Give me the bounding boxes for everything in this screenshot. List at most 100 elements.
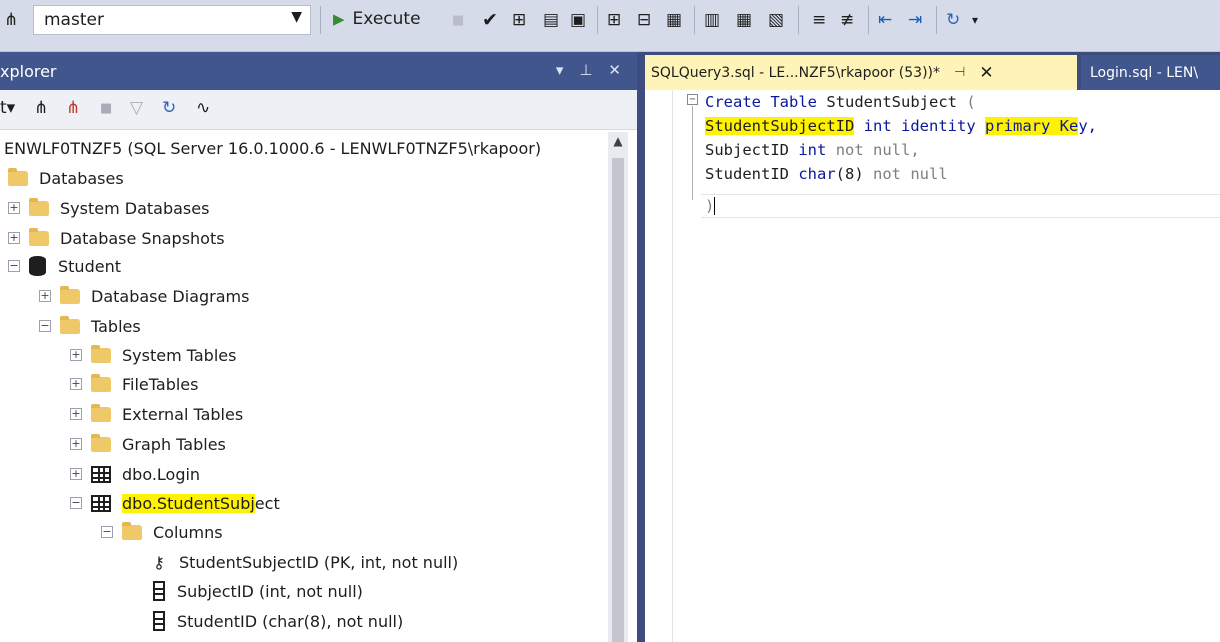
collapse-icon[interactable]: − [39,320,51,332]
stop-icon[interactable]: ■ [452,9,464,31]
expand-icon[interactable]: + [70,378,82,390]
results-grid-icon[interactable]: ▦ [736,9,752,31]
tree-node-filetables[interactable]: + FileTables [70,371,198,397]
live-stats-icon[interactable]: ⊟ [637,9,651,31]
tree-node-column[interactable]: StudentID (char(8), not null) [153,608,403,634]
close-tab-icon[interactable]: ✕ [979,63,993,83]
tree-node-external-tables[interactable]: + External Tables [70,401,243,427]
tab-login-sql[interactable]: Login.sql - LEN\ [1081,55,1220,90]
tab-sqlquery3[interactable]: SQLQuery3.sql - LE...NZF5\rkapoor (53))*… [645,55,1077,90]
connect-plug-icon[interactable]: ⋔ [34,98,48,118]
tree-node-label-highlight: dbo.StudentSubj [122,493,255,513]
toolbar-separator [320,6,321,34]
display-plan-icon[interactable]: ⊞ [512,9,526,31]
activity-monitor-icon[interactable]: ∿ [196,98,210,118]
disconnect-icon[interactable]: ⋔ [66,98,80,118]
tree-node-graph-tables[interactable]: + Graph Tables [70,431,226,457]
folder-icon [60,315,80,334]
vertical-scrollbar[interactable]: ▲ [608,132,628,642]
folder-icon [91,373,111,392]
code-line-1: Create Table StudentSubject ( [705,93,976,111]
tree-node-label: Columns [153,522,223,542]
tree-node-label: Database Diagrams [91,286,250,306]
collapse-icon[interactable]: − [8,260,20,272]
database-select[interactable]: master ▼ [33,5,311,35]
execute-button[interactable]: ▶ Execute [333,7,421,31]
tree-node-column[interactable]: ⚷ StudentSubjectID (PK, int, not null) [150,549,458,575]
tree-node-database-snapshots[interactable]: + Database Snapshots [8,225,225,251]
refresh-icon[interactable]: ↻ [162,98,176,118]
tab-label: SQLQuery3.sql - LE...NZF5\rkapoor (53))* [651,64,940,81]
expand-icon[interactable]: + [70,468,82,480]
tree-node-system-databases[interactable]: + System Databases [8,195,209,221]
results-file-icon[interactable]: ▧ [768,9,784,31]
expand-icon[interactable]: + [39,290,51,302]
uncomment-icon[interactable]: ≢ [840,9,854,31]
results-to-icon[interactable]: ▣ [570,9,586,31]
tree-node-server[interactable]: ENWLF0TNZF5 (SQL Server 16.0.1000.6 - LE… [4,135,541,161]
close-icon[interactable]: ✕ [608,61,621,79]
decrease-indent-icon[interactable]: ⇤ [878,9,892,31]
tree-node-label: SubjectID (int, not null) [177,581,363,601]
tree-node-databases[interactable]: Databases [8,165,124,191]
collapse-icon[interactable]: − [70,497,82,509]
pin-icon[interactable]: ⊥ [579,61,592,79]
connect-icon[interactable]: t▾ [0,98,15,118]
toolbar-separator [694,6,695,34]
code-line-4: StudentID char(8) not null [705,165,948,183]
tree-node-dbo-login[interactable]: + dbo.Login [70,461,200,487]
folder-icon [91,344,111,363]
tree-node-column[interactable]: SubjectID (int, not null) [153,578,363,604]
results-text-icon[interactable]: ▥ [704,9,720,31]
scroll-up-icon[interactable]: ▲ [608,134,628,148]
play-icon: ▶ [333,10,345,28]
comment-icon[interactable]: ≡ [812,9,826,31]
folder-icon [29,227,49,246]
tree-node-label: System Tables [122,345,237,365]
folder-icon [91,433,111,452]
panel-splitter[interactable] [637,52,645,642]
increase-indent-icon[interactable]: ⇥ [908,9,922,31]
filter-icon[interactable]: ▽ [130,98,143,118]
parse-check-icon[interactable]: ✔ [482,9,498,31]
toolbar-separator [597,6,598,34]
stop-icon[interactable]: ■ [100,101,112,116]
expand-icon[interactable]: + [70,438,82,450]
specify-values-icon[interactable]: ↻ [946,9,960,31]
collapse-icon[interactable]: − [101,526,113,538]
column-icon [153,581,165,601]
tree-node-label: Tables [91,316,141,336]
include-plan-icon[interactable]: ⊞ [607,9,621,31]
client-stats-icon[interactable]: ▦ [666,9,682,31]
tree-node-label: External Tables [122,404,244,424]
folder-icon [91,403,111,422]
tree-node-student[interactable]: − Student [8,253,121,279]
dropdown-icon[interactable]: ▾ [556,61,564,79]
tree-node-label: StudentID (char(8), not null) [177,611,404,631]
tree-node-tables[interactable]: − Tables [39,313,141,339]
tree-node-columns[interactable]: − Columns [101,519,223,545]
tree-node-database-diagrams[interactable]: + Database Diagrams [39,283,249,309]
expand-icon[interactable]: + [70,408,82,420]
connect-plug-icon[interactable]: ⋔ [4,9,18,31]
scrollbar-thumb[interactable] [612,158,624,642]
current-line-highlight [701,194,1220,218]
toolbar: ⋔ master ▼ ▶ Execute ■ ✔ ⊞ ▤ ▣ ⊞ ⊟ ▦ ▥ ▦… [0,0,1220,52]
toolbar-separator [798,6,799,34]
tree-node-system-tables[interactable]: + System Tables [70,342,236,368]
key-icon: ⚷ [153,552,165,572]
expand-icon[interactable]: + [8,202,20,214]
code-editor[interactable]: − Create Table StudentSubject ( StudentS… [681,90,1220,642]
tree-node-label: Database Snapshots [60,228,225,248]
tree-node-label: Databases [39,168,124,188]
toolbar-options-icon[interactable]: ▾ [972,9,978,31]
tree-node-label: ect [254,493,280,513]
query-designer-icon[interactable]: ▤ [543,9,559,31]
tree-node-dbo-studentsubject[interactable]: − dbo.StudentSubj ect [70,490,280,516]
collapse-region-icon[interactable]: − [687,94,698,105]
pin-icon[interactable]: ⊣ [954,65,965,80]
folder-icon [122,521,142,540]
tree-node-label: StudentSubjectID (PK, int, not null) [179,552,459,572]
expand-icon[interactable]: + [70,349,82,361]
expand-icon[interactable]: + [8,232,20,244]
